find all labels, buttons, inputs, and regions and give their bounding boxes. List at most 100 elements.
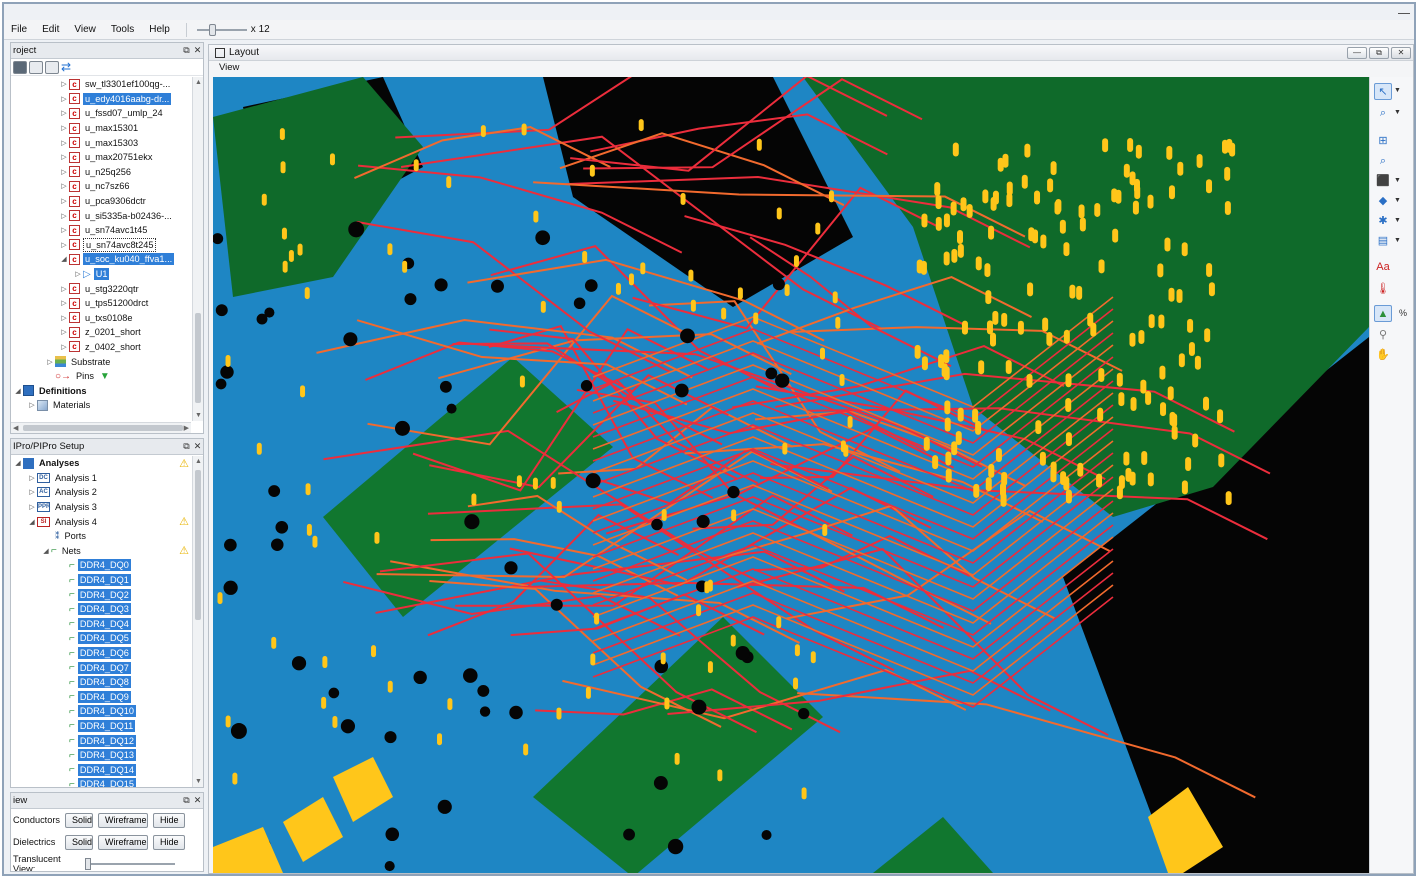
chevron-down-icon[interactable]: ▼	[1394, 217, 1401, 224]
expand-icon[interactable]: ▷	[59, 212, 69, 220]
tree-item[interactable]: ▷ c u_fssd07_umlp_24	[11, 106, 191, 121]
scroll-right-icon[interactable]: ▶	[184, 424, 189, 432]
minimize-button[interactable]: —	[1347, 46, 1367, 59]
net-item[interactable]: ⌐ DDR4_DQ3	[11, 602, 191, 617]
scroll-left-icon[interactable]: ◀	[13, 424, 18, 432]
fit-view-icon[interactable]: ⊞	[1374, 133, 1392, 150]
zoom-icon[interactable]: ⌕	[1374, 105, 1392, 122]
chevron-down-icon[interactable]: ▼	[1394, 177, 1401, 184]
chevron-down-icon[interactable]: ▼	[1394, 237, 1401, 244]
tree-item-analysis[interactable]: ▷ AC Analysis 2	[11, 485, 191, 500]
tree-item[interactable]: ▷ c u_stg3220qtr	[11, 281, 191, 296]
close-icon[interactable]: ✕	[192, 441, 203, 452]
tree-item[interactable]: ▷ c u_nc7sz66	[11, 179, 191, 194]
expand-icon[interactable]: ▷	[45, 358, 55, 366]
conductors-hide-button[interactable]: Hide	[153, 812, 185, 828]
collapse-icon[interactable]: ◢	[13, 459, 23, 467]
layers-icon[interactable]: ▤	[1374, 233, 1392, 250]
tree-item-analysis[interactable]: ▷ PPR Analysis 3	[11, 500, 191, 515]
menu-edit[interactable]: Edit	[35, 20, 67, 40]
expand-icon[interactable]: ▷	[59, 241, 69, 249]
net-item[interactable]: ⌐ DDR4_DQ12	[11, 733, 191, 748]
net-item[interactable]: ⌐ DDR4_DQ11	[11, 719, 191, 734]
tree-item[interactable]: ▷ c z_0402_short	[11, 340, 191, 355]
float-icon[interactable]: ⧉	[181, 795, 192, 806]
dielectrics-wireframe-button[interactable]: Wireframe	[98, 834, 148, 850]
light-icon[interactable]: ✱	[1374, 213, 1392, 230]
scrollbar-thumb[interactable]	[195, 313, 201, 403]
expand-icon[interactable]: ▷	[27, 401, 37, 409]
scroll-down-icon[interactable]: ▼	[195, 412, 202, 419]
collapse-icon[interactable]: ◢	[27, 518, 37, 526]
expand-icon[interactable]: ▷	[59, 153, 69, 161]
net-item[interactable]: ⌐ DDR4_DQ6	[11, 646, 191, 661]
zoom-box-icon[interactable]: ⌕	[1374, 153, 1392, 170]
net-item[interactable]: ⌐ DDR4_DQ7	[11, 660, 191, 675]
float-icon[interactable]: ⧉	[181, 45, 192, 56]
scroll-up-icon[interactable]: ▲	[195, 79, 202, 86]
probe-icon[interactable]: ⚲	[1374, 327, 1392, 344]
tree-item[interactable]: ◢ c u_soc_ku040_ffva1...	[11, 252, 191, 267]
expand-icon[interactable]: ▷	[27, 503, 37, 511]
tree-item-definitions[interactable]: ◢ Definitions	[11, 383, 191, 398]
dielectrics-solid-button[interactable]: Solid	[65, 834, 93, 850]
tree-item-analysis[interactable]: ◢ SI Analysis 4 ⚠	[11, 514, 191, 529]
tree-item-substrate[interactable]: ▷ Substrate	[11, 354, 191, 369]
zoom-slider-thumb[interactable]	[208, 23, 216, 36]
chart-icon[interactable]: ▲	[1374, 305, 1392, 322]
settings-icon[interactable]	[13, 60, 27, 74]
tree-item[interactable]: ▷ c u_max15301	[11, 121, 191, 136]
net-item[interactable]: ⌐ DDR4_DQ13	[11, 748, 191, 763]
tree-item[interactable]: ▷ c u_edy4016aabg-dr...	[11, 92, 191, 107]
translucent-slider[interactable]	[85, 857, 175, 871]
conductors-wireframe-button[interactable]: Wireframe	[98, 812, 148, 828]
net-item[interactable]: ⌐ DDR4_DQ15	[11, 777, 191, 787]
expand-icon[interactable]: ▷	[59, 226, 69, 234]
net-item[interactable]: ⌐ DDR4_DQ2	[11, 587, 191, 602]
tree-item-analysis[interactable]: ▷ DC Analysis 1	[11, 471, 191, 486]
net-item[interactable]: ⌐ DDR4_DQ4	[11, 617, 191, 632]
text-icon[interactable]: Aa	[1374, 259, 1392, 276]
close-button[interactable]: ✕	[1391, 46, 1411, 59]
conductors-solid-button[interactable]: Solid	[65, 812, 93, 828]
net-item[interactable]: ⌐ DDR4_DQ10	[11, 704, 191, 719]
cube-shaded-icon[interactable]: ◆	[1374, 193, 1392, 210]
view-icon[interactable]	[29, 60, 43, 74]
expand-icon[interactable]: ▷	[59, 124, 69, 132]
expand-icon[interactable]: ▷	[59, 343, 69, 351]
expand-icon[interactable]: ▷	[27, 474, 37, 482]
scroll-up-icon[interactable]: ▲	[195, 458, 202, 465]
collapse-icon[interactable]: ◢	[41, 547, 51, 555]
menu-tools[interactable]: Tools	[104, 20, 142, 40]
tree-item[interactable]: ▷ c u_txs0108e	[11, 311, 191, 326]
tree-item-ports[interactable]: ⁑ Ports	[11, 529, 191, 544]
scroll-down-icon[interactable]: ▼	[195, 778, 202, 785]
project-vertical-scrollbar[interactable]: ▲ ▼	[192, 77, 203, 421]
menu-file[interactable]: File	[4, 20, 35, 40]
cube-icon[interactable]: ⬛	[1374, 173, 1392, 190]
chevron-down-icon[interactable]: ▼	[1394, 197, 1401, 204]
tree-item[interactable]: ▷ c u_max20751ekx	[11, 150, 191, 165]
tree-item[interactable]: ▷ c u_pca9306dctr	[11, 194, 191, 209]
percent-icon[interactable]: %	[1394, 305, 1412, 322]
expand-icon[interactable]: ▷	[59, 285, 69, 293]
tree-item[interactable]: ▷ c sw_tl3301ef100qg-...	[11, 77, 191, 92]
net-item[interactable]: ⌐ DDR4_DQ0	[11, 558, 191, 573]
translucent-slider-thumb[interactable]	[85, 858, 91, 870]
image-icon[interactable]	[45, 60, 59, 74]
filter-icon[interactable]: ▼	[100, 371, 110, 382]
scrollbar-thumb[interactable]	[23, 425, 183, 431]
net-item[interactable]: ⌐ DDR4_DQ5	[11, 631, 191, 646]
restore-button[interactable]: ⧉	[1369, 46, 1389, 59]
expand-icon[interactable]: ▷	[59, 299, 69, 307]
tree-item[interactable]: ▷ c u_sn74avc1t45	[11, 223, 191, 238]
tree-item[interactable]: ▷ c u_sn74avc8t245	[11, 237, 191, 253]
tree-item[interactable]: ▷ c u_si5335a-b02436-...	[11, 208, 191, 223]
project-horizontal-scrollbar[interactable]: ◀ ▶	[11, 422, 191, 433]
expand-icon[interactable]: ▷	[59, 197, 69, 205]
select-arrow-icon[interactable]: ↖	[1374, 83, 1392, 100]
minimize-icon[interactable]	[1398, 6, 1410, 14]
expand-icon[interactable]: ▷	[59, 80, 69, 88]
menu-help[interactable]: Help	[142, 20, 178, 40]
tree-item-materials[interactable]: ▷ Materials	[11, 398, 191, 413]
